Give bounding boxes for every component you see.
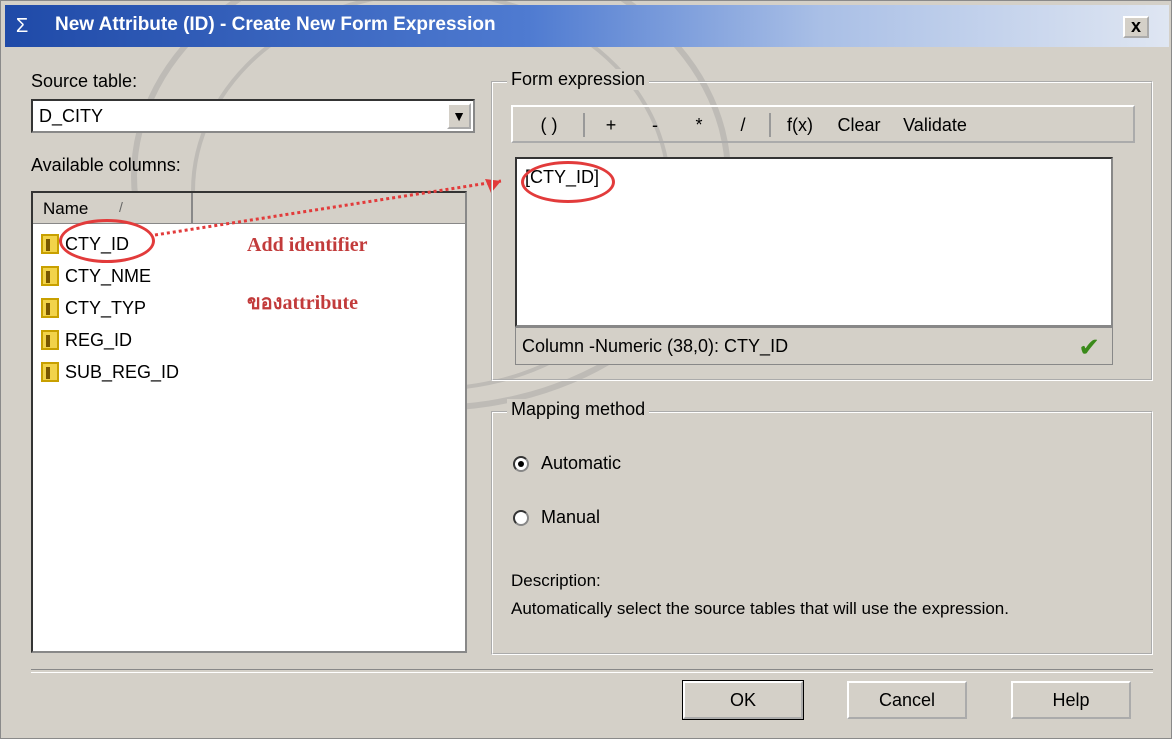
automatic-radio-option[interactable]: Automatic [513,453,621,474]
form-expression-label: Form expression [507,69,650,90]
list-item-label: CTY_TYP [65,297,147,318]
dialog-window: Σ New Attribute (ID) - Create New Form E… [0,0,1172,739]
expression-status-text: Column -Numeric (38,0): CTY_ID [522,336,789,356]
footer-divider [31,669,1153,673]
list-item-label: CTY_NME [65,265,152,286]
sort-indicator-icon: / [119,199,123,215]
source-table-value: D_CITY [39,106,104,126]
expression-status-bar: Column -Numeric (38,0): CTY_ID ✔ [515,327,1113,365]
list-item-sub-reg-id[interactable]: SUB_REG_ID [41,357,179,387]
list-item-cty-nme[interactable]: CTY_NME [41,261,151,291]
annotation-text-1: Add identifier [247,234,368,256]
description-text: Automatically select the source tables t… [511,599,1009,618]
close-button[interactable]: x [1123,16,1149,38]
manual-radio-option[interactable]: Manual [513,507,600,528]
mapping-method-group: Mapping method Automatic Manual Descript… [491,399,1153,655]
list-item-label: REG_ID [65,329,133,350]
plus-button[interactable]: + [599,111,623,139]
expression-editor[interactable]: [CTY_ID] [515,157,1113,327]
name-header-label: Name [43,199,89,218]
list-item-reg-id[interactable]: REG_ID [41,325,132,355]
column-icon [41,362,59,382]
manual-label: Manual [541,507,601,527]
parentheses-button[interactable]: ( ) [527,111,571,139]
minus-button[interactable]: - [643,111,667,139]
mapping-method-label: Mapping method [507,399,650,420]
multiply-button[interactable]: * [687,111,711,139]
help-button[interactable]: Help [1011,681,1131,719]
divide-button[interactable]: / [731,111,755,139]
manual-radio[interactable] [513,509,529,526]
highlight-circle-expression [521,161,615,203]
form-expression-group: Form expression ( ) + - * / f(x) Clear V… [491,69,1153,381]
annotation-text-2: ของattribute [247,292,358,314]
clear-button[interactable]: Clear [831,111,887,139]
highlight-circle-cty-id [59,219,155,263]
automatic-label: Automatic [541,453,622,473]
validate-button[interactable]: Validate [895,111,975,139]
source-table-label: Source table: [31,71,138,91]
toolbar-separator [769,113,771,137]
function-button[interactable]: f(x) [777,111,823,139]
ok-button[interactable]: OK [682,680,804,720]
list-item-label: SUB_REG_ID [65,361,180,382]
column-icon [41,266,59,286]
checkmark-icon: ✔ [1078,332,1100,362]
cancel-button[interactable]: Cancel [847,681,967,719]
expression-toolbar: ( ) + - * / f(x) Clear Validate [511,105,1135,143]
source-table-dropdown[interactable]: D_CITY ▼ [31,99,475,133]
list-item-cty-typ[interactable]: CTY_TYP [41,293,146,323]
toolbar-separator [583,113,585,137]
column-icon [41,330,59,350]
description-label: Description: [511,571,601,590]
title-bar[interactable]: Σ New Attribute (ID) - Create New Form E… [5,5,1169,47]
chevron-down-icon[interactable]: ▼ [447,103,471,129]
automatic-radio[interactable] [513,455,529,472]
column-icon [41,298,59,318]
window-title: New Attribute (ID) - Create New Form Exp… [55,14,496,35]
sigma-icon: Σ [15,15,29,37]
column-icon [41,234,59,254]
